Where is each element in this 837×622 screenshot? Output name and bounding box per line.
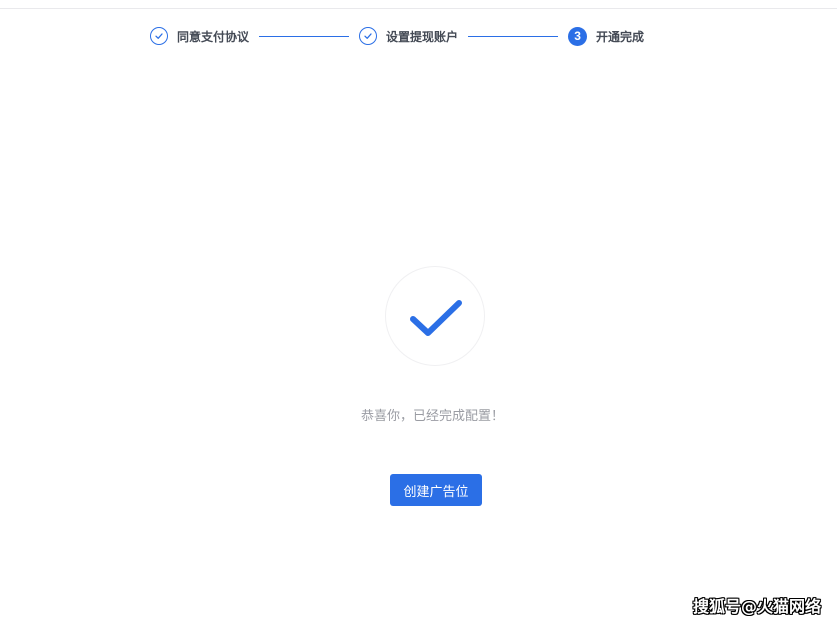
step-connector [468, 35, 559, 37]
top-divider [0, 8, 837, 9]
watermark: 搜狐号@火猫网络 [692, 597, 821, 616]
steps-bar: 同意支付协议 设置提现账户 3 开通完成 [150, 25, 644, 47]
large-check-icon [410, 300, 462, 336]
page: 同意支付协议 设置提现账户 3 开通完成 恭喜你，已经完成配置！ 创建广告位 搜… [0, 0, 837, 622]
success-message: 恭喜你，已经完成配置！ [360, 409, 504, 424]
check-icon [150, 27, 168, 45]
step-withdraw-account: 设置提现账户 [359, 25, 458, 47]
step-label: 同意支付协议 [177, 29, 250, 44]
create-ad-slot-button[interactable]: 创建广告位 [390, 474, 482, 506]
step-agree-payment: 同意支付协议 [150, 25, 249, 47]
step-number-badge: 3 [568, 26, 588, 46]
step-connector [259, 35, 350, 37]
step-label: 开通完成 [596, 29, 645, 44]
success-badge [385, 266, 485, 366]
step-label: 设置提现账户 [386, 29, 459, 44]
check-icon [359, 27, 378, 45]
step-complete: 3 开通完成 [568, 25, 644, 47]
